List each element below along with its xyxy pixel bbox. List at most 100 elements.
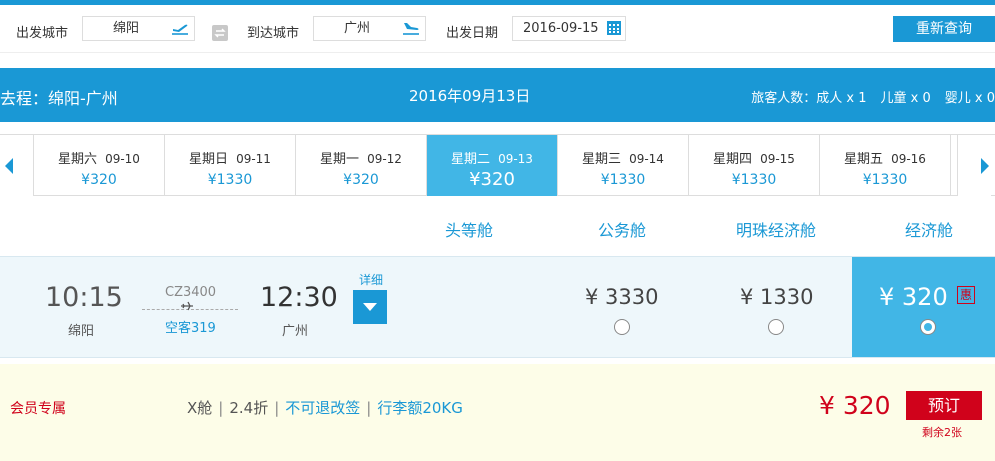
date-tab-price: ¥1330: [600, 172, 646, 188]
date-tab-day: 星期一 09-12: [296, 148, 426, 167]
origin-label: 出发城市: [16, 26, 69, 41]
date-label: 出发日期: [446, 26, 499, 41]
cabin-pearl-economy: 明珠经济舱: [736, 221, 817, 240]
cabin-class: X舱: [187, 399, 213, 417]
date-tab-weekday: 星期二: [451, 152, 491, 167]
separator: |: [366, 399, 372, 417]
flight-search-page: 出发城市 绵阳 到达城市 广州 出发日期 2016-09-15 重新查询 去程：: [0, 0, 995, 461]
pax-infant: 婴儿 x 0: [944, 91, 995, 106]
date-tab-day: 星期三 09-14: [558, 148, 688, 167]
origin-value: 绵阳: [113, 21, 140, 36]
date-tab-4[interactable]: 星期三 09-14 ¥1330: [558, 135, 689, 196]
landing-icon: [401, 19, 421, 38]
takeoff-icon: [170, 19, 190, 38]
date-tab-1[interactable]: 星期日 09-11 ¥1330: [165, 135, 296, 196]
date-value: 2016-09-15: [523, 21, 599, 36]
passenger-count: 旅客人数：成人 x 1 儿童 x 0 婴儿 x 0: [751, 87, 995, 106]
date-tab-day: 星期六 09-10: [34, 148, 164, 167]
refund-rule-link[interactable]: 不可退改签: [285, 399, 360, 417]
date-input[interactable]: 2016-09-15: [512, 16, 626, 41]
date-tab-day: 星期二 09-13: [427, 148, 557, 167]
departure-time: 10:15: [45, 282, 123, 313]
detail-label[interactable]: 详细: [359, 271, 383, 288]
price-business: ¥ 3330: [585, 285, 659, 309]
date-tab-price: ¥320: [343, 172, 379, 188]
date-tab-5[interactable]: 星期四 09-15 ¥1330: [689, 135, 820, 196]
next-dates-button[interactable]: [957, 135, 991, 196]
discount-rate: 2.4折: [229, 399, 269, 417]
date-tab-weekday: 星期六: [58, 152, 98, 167]
book-button[interactable]: 预订: [906, 391, 982, 420]
cabin-economy: 经济舱: [905, 221, 954, 240]
arrival-city: 广州: [282, 324, 309, 339]
date-tab-3[interactable]: 星期二 09-13 ¥320: [427, 135, 558, 196]
flight-row: 10:15 绵阳 CZ3400 空客319 12:30 广州 详细 ¥ 3330…: [0, 256, 995, 358]
date-tab-2[interactable]: 星期一 09-12 ¥320: [296, 135, 427, 196]
radio-economy[interactable]: [920, 319, 936, 335]
date-tab-date: 09-10: [105, 152, 140, 166]
date-tab-price: ¥1330: [731, 172, 777, 188]
destination-value: 广州: [344, 21, 371, 36]
radio-dot: [924, 323, 932, 331]
prev-dates-button[interactable]: [0, 135, 34, 196]
cabin-business: 公务舱: [598, 221, 647, 240]
date-tab-day: 星期日 09-11: [165, 148, 295, 167]
date-tab-date: 09-14: [629, 152, 664, 166]
date-tab-day: 星期四 09-15: [689, 148, 819, 167]
pax-label: 旅客人数：: [751, 91, 817, 106]
separator: |: [274, 399, 280, 417]
economy-cell-selected[interactable]: ¥ 320 惠: [852, 257, 995, 357]
flight-number: CZ3400: [165, 285, 217, 300]
date-tab-day: 星期五 09-16: [820, 148, 950, 167]
date-tab-weekday: 星期四: [713, 152, 753, 167]
price-pearl-economy: ¥ 1330: [740, 285, 814, 309]
arrival-time: 12:30: [260, 282, 338, 313]
radio-pearl-economy[interactable]: [768, 319, 784, 335]
date-tab-weekday: 星期三: [582, 152, 622, 167]
date-tab-6[interactable]: 星期五 09-16 ¥1330: [820, 135, 951, 196]
search-bar: 出发城市 绵阳 到达城市 广州 出发日期 2016-09-15 重新查询: [0, 5, 995, 53]
member-title: 会员专属: [10, 401, 66, 417]
seats-remaining: 剩余2张: [922, 426, 962, 439]
date-tab-date: 09-11: [236, 152, 271, 166]
price-economy: ¥ 320: [879, 283, 948, 311]
date-tab-date: 09-13: [498, 152, 533, 166]
date-tab-price: ¥1330: [207, 172, 253, 188]
arrow-right-icon: [981, 158, 989, 174]
plane-type-link[interactable]: 空客319: [165, 317, 216, 336]
radio-business[interactable]: [614, 319, 630, 335]
member-price: ¥ 320: [819, 391, 891, 420]
date-tab-weekday: 星期日: [189, 152, 229, 167]
route-title: 去程：绵阳-广州: [0, 89, 118, 108]
calendar-icon[interactable]: [606, 20, 622, 36]
date-tab-weekday: 星期一: [320, 152, 360, 167]
date-tab-weekday: 星期五: [844, 152, 884, 167]
detail-toggle-button[interactable]: [353, 290, 387, 324]
arrow-left-icon: [5, 158, 13, 174]
member-offer-row: 会员专属 X舱 | 2.4折 | 不可退改签 | 行李额20KG ¥ 320 预订 剩余2张: [0, 364, 995, 461]
route-date: 2016年09月13日: [409, 87, 531, 105]
date-tab-date: 09-16: [891, 152, 926, 166]
discount-badge: 惠: [957, 286, 975, 304]
date-tab-price: ¥320: [81, 172, 117, 188]
date-tab-price: ¥320: [469, 169, 515, 190]
baggage-link[interactable]: 行李额20KG: [377, 399, 463, 417]
requery-button[interactable]: 重新查询: [893, 16, 995, 42]
origin-input[interactable]: 绵阳: [82, 16, 195, 41]
departure-city: 绵阳: [68, 324, 95, 339]
date-tab-price: ¥1330: [862, 172, 908, 188]
date-tab-date: 09-12: [367, 152, 402, 166]
destination-input[interactable]: 广州: [313, 16, 426, 41]
pax-child: 儿童 x 0: [880, 91, 931, 106]
date-tabs: 星期六 09-10 ¥320 星期日 09-11 ¥1330 星期一 09-12 ¥320 星期二…: [0, 134, 995, 196]
date-tab-date: 09-15: [760, 152, 795, 166]
cabin-first: 头等舱: [445, 221, 494, 240]
swap-icon: [214, 28, 226, 38]
route-bar: 去程：绵阳-广州 2016年09月13日 旅客人数：成人 x 1 儿童 x 0 婴儿…: [0, 68, 995, 122]
cabin-headers: 头等舱 公务舱 明珠经济舱 经济舱: [0, 212, 995, 242]
fare-info: X舱 | 2.4折 | 不可退改签 | 行李额20KG: [187, 397, 463, 418]
airplane-icon: [181, 301, 193, 311]
date-tab-0[interactable]: 星期六 09-10 ¥320: [34, 135, 165, 196]
swap-cities-button[interactable]: [212, 25, 228, 41]
pax-adult: 成人 x 1: [816, 91, 867, 106]
